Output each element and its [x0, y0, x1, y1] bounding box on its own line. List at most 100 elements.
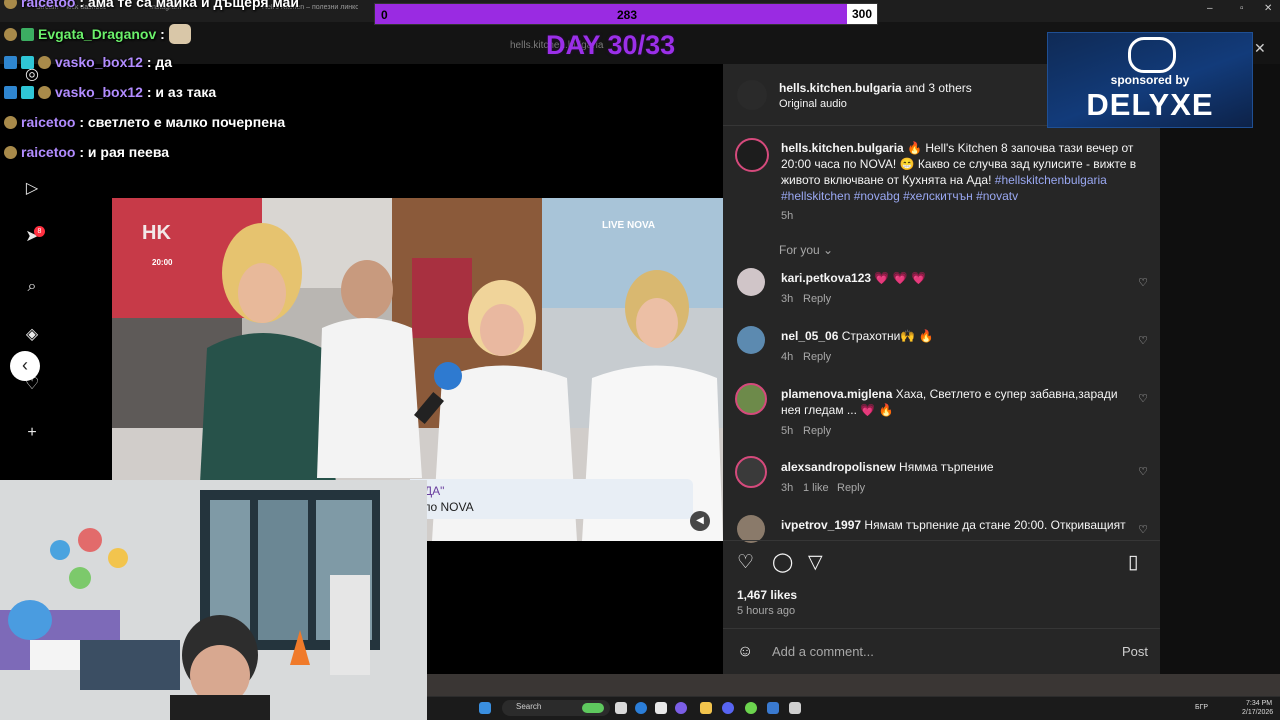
close-window-icon[interactable]: ✕: [1264, 3, 1272, 14]
comment-user[interactable]: kari.petkova123: [781, 271, 871, 285]
verified-badge-icon: [4, 86, 17, 99]
comment-user[interactable]: nel_05_06: [781, 329, 838, 343]
chat-username: raicetoo: [21, 0, 76, 10]
mute-icon[interactable]: ◀: [690, 511, 710, 531]
comment-icon[interactable]: ◯: [772, 552, 793, 574]
comment-time: 5h: [781, 425, 794, 437]
reply-link[interactable]: Reply: [837, 482, 865, 494]
clock-time[interactable]: 7:34 PM: [1246, 700, 1272, 707]
clock-date[interactable]: 2/17/2026: [1242, 709, 1273, 716]
chat-app-icon[interactable]: [675, 702, 687, 714]
commenter-avatar[interactable]: [737, 268, 765, 296]
comment: plamenova.miglena Хаха, Светлето е супер…: [781, 386, 1131, 418]
commenter-avatar[interactable]: [737, 326, 765, 354]
more-options-icon[interactable]: ✕: [1254, 40, 1266, 57]
share-icon[interactable]: ▽: [808, 552, 823, 574]
notepad-icon[interactable]: [789, 702, 801, 714]
sort-dropdown[interactable]: For you ⌄: [779, 243, 833, 257]
goal-value: 283: [617, 8, 638, 22]
caption-avatar[interactable]: [735, 138, 769, 172]
like-comment-icon[interactable]: ♡: [1137, 277, 1149, 289]
sub-badge-icon: [4, 146, 17, 159]
day-counter: DAY 30/33: [546, 30, 676, 60]
chat-message: vasko_box12 : и аз така: [4, 84, 216, 108]
chat-message: raicetoo : ама те са майка и дъщеря май: [4, 0, 299, 18]
reels-icon[interactable]: ▷: [21, 178, 43, 200]
like-comment-icon[interactable]: ♡: [1137, 335, 1149, 347]
divider: [723, 540, 1160, 541]
video-lower-third: ДА" по NOVA: [410, 479, 693, 519]
chat-username: vasko_box12: [55, 54, 143, 70]
post-coauthors[interactable]: and 3 others: [905, 81, 972, 95]
maximize-icon[interactable]: ▫: [1240, 3, 1244, 14]
channel-logo: HK: [142, 222, 171, 244]
comment-user[interactable]: plamenova.miglena: [781, 387, 892, 401]
comment-time: 4h: [781, 351, 794, 363]
post-caption: hells.kitchen.bulgaria 🔥 Hell's Kitchen …: [781, 140, 1141, 204]
sub-badge-icon: [4, 28, 17, 41]
emoji-icon[interactable]: ☺: [737, 641, 753, 663]
comment-user[interactable]: ivpetrov_1997: [781, 518, 861, 532]
gift-badge-icon: [21, 86, 34, 99]
post-header: hells.kitchen.bulgaria and 3 others: [779, 81, 972, 95]
comment-text: Нямма търпение: [899, 460, 994, 474]
keyboard-language[interactable]: БГР: [1195, 704, 1208, 711]
search-icon[interactable]: ⌕: [21, 276, 43, 298]
chat-message: vasko_box12 : да: [4, 54, 172, 78]
save-icon[interactable]: ▯: [1128, 552, 1138, 574]
moderator-badge-icon: [21, 28, 34, 41]
comment-likes[interactable]: 1 like: [803, 482, 829, 494]
post-author[interactable]: hells.kitchen.bulgaria: [779, 81, 902, 95]
chrome-icon[interactable]: [745, 702, 757, 714]
create-icon[interactable]: +: [21, 422, 43, 444]
start-icon[interactable]: [479, 702, 491, 714]
reply-link[interactable]: Reply: [803, 351, 831, 363]
comment-time: 3h: [781, 482, 794, 494]
caption-time: 5h: [781, 210, 794, 222]
explore-icon[interactable]: ◈: [21, 324, 43, 346]
lower-third-line1: ДА": [424, 484, 445, 498]
caption-author[interactable]: hells.kitchen.bulgaria: [781, 141, 904, 155]
chat-text: :: [160, 26, 165, 42]
goal-start: 0: [381, 8, 388, 22]
minimize-icon[interactable]: –: [1207, 3, 1213, 14]
gamepad-icon: [1128, 37, 1176, 73]
live-badge: LIVE NOVA: [602, 220, 656, 231]
comment: alexsandropolisnew Нямма търпение: [781, 460, 994, 474]
comment: kari.petkova123 💗 💗 💗: [781, 271, 926, 285]
steam-icon[interactable]: [767, 702, 779, 714]
chat-username: raicetoo: [21, 114, 76, 130]
reply-link[interactable]: Reply: [803, 425, 831, 437]
discord-icon[interactable]: [722, 702, 734, 714]
like-comment-icon[interactable]: ♡: [1137, 466, 1149, 478]
page-background: [1160, 64, 1280, 674]
chat-text: : да: [146, 54, 173, 70]
reply-link[interactable]: Reply: [803, 293, 831, 305]
chat-message: Evgata_Draganov :: [4, 24, 191, 48]
commenter-avatar[interactable]: [735, 456, 767, 488]
like-comment-icon[interactable]: ♡: [1137, 524, 1149, 536]
likes-count[interactable]: 1,467 likes: [737, 588, 797, 602]
webcam-scene: [0, 480, 427, 720]
chevron-down-icon: ⌄: [823, 243, 834, 257]
commenter-avatar[interactable]: [735, 383, 767, 415]
sub-badge-icon: [4, 116, 17, 129]
store-icon[interactable]: [655, 702, 667, 714]
edge-icon[interactable]: [635, 702, 647, 714]
file-explorer-icon[interactable]: [700, 702, 712, 714]
comment-input[interactable]: Add a comment...: [772, 644, 874, 659]
task-view-icon[interactable]: [615, 702, 627, 714]
post-button[interactable]: Post: [1122, 644, 1148, 659]
chat-message: raicetoo : светлето е малко почерпена: [4, 114, 285, 138]
previous-arrow-icon[interactable]: ‹: [10, 351, 40, 381]
taskbar-search-label: Search: [516, 702, 542, 711]
like-icon[interactable]: ♡: [737, 552, 754, 574]
comment: nel_05_06 Страхотни🙌 🔥: [781, 329, 934, 343]
like-comment-icon[interactable]: ♡: [1137, 393, 1149, 405]
goal-max: 300: [847, 4, 877, 24]
author-avatar[interactable]: [737, 80, 767, 110]
sponsor-brand: DELYXE: [1086, 87, 1214, 122]
commenter-avatar[interactable]: [737, 515, 765, 543]
audio-label[interactable]: Original audio: [779, 98, 847, 110]
comment-user[interactable]: alexsandropolisnew: [781, 460, 896, 474]
